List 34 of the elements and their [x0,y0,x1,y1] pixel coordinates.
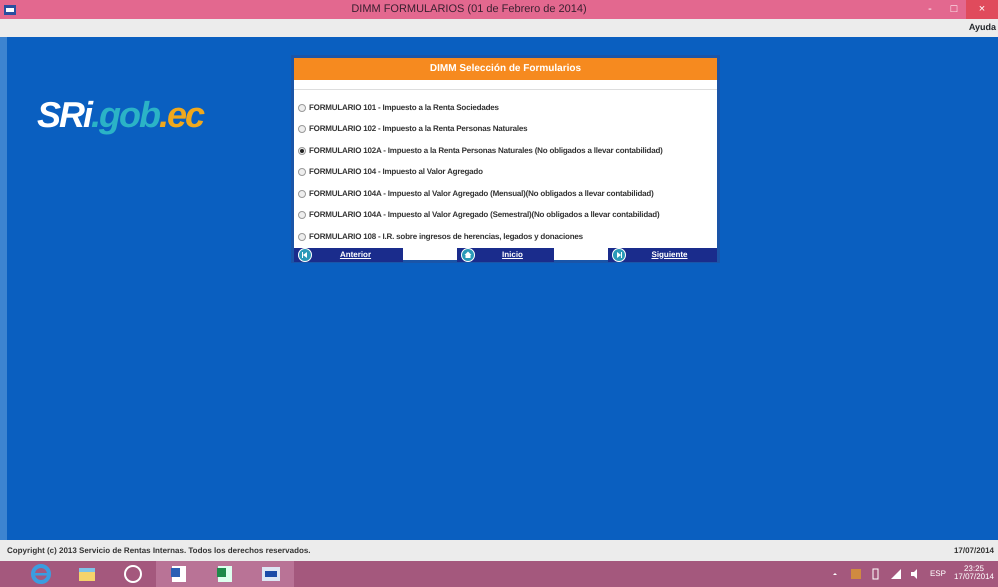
home-button[interactable]: Inicio [457,248,554,262]
clock-date: 17/07/2014 [954,573,994,581]
radio-button[interactable] [298,125,306,134]
radio-button[interactable] [298,232,306,241]
taskbar-button[interactable] [156,561,202,587]
taskbar-button[interactable] [248,561,294,587]
close-button[interactable]: × [966,0,998,19]
option-label[interactable]: FORMULARIO 104A - Impuesto al Valor Agregado (Semestral)(No obligados a llevar contabilidad) [309,209,660,222]
option-label[interactable]: FORMULARIO 104 - Impuesto al Valor Agregado [309,166,483,178]
app-icon [4,4,16,14]
logo-text: .ec [159,94,204,135]
option-label[interactable]: FORMULARIO 108 - I.R. sobre ingresos de herencias, legados y donaciones [309,230,583,243]
copyright-text: Copyright (c) 2013 Servicio de Rentas Internas. Todos los derechos reservados. [7,544,311,556]
option-label[interactable]: FORMULARIO 102 - Impuesto a la Renta Personas Naturales [309,123,528,136]
signal-icon[interactable] [890,567,902,581]
menu-item[interactable]: Ayuda [968,21,996,35]
logo-text: SRi [37,94,92,135]
status-date: 17/07/2014 [954,544,994,556]
clock-time: 23:25 [964,565,984,573]
option-label[interactable]: FORMULARIO 104A - Impuesto al Valor Agregado (Mensual)(No obligados a llevar contabilidad) [309,188,654,200]
radio-button[interactable] [298,104,306,112]
option-label[interactable]: FORMULARIO 102A - Impuesto a la Renta Personas Naturales (No obligados a llevar contabilidad) [309,144,663,157]
language-indicator[interactable]: ESP [930,568,946,580]
option-label[interactable]: FORMULARIO 101 - Impuesto a la Renta Sociedades [309,102,499,114]
window-title: DIMM FORMULARIOS (01 de Febrero de 2014) [350,2,588,18]
logo-text: .gob [91,94,159,135]
radio-button[interactable] [298,146,306,155]
back-button[interactable]: Anterior [294,248,403,262]
panel-title: DIMM Selección de Formularios [294,58,717,80]
browser-icon [30,563,52,585]
next-button[interactable]: Siguiente [608,248,717,262]
radio-button[interactable] [298,211,306,220]
radio-button[interactable] [298,190,306,198]
radio-button[interactable] [298,168,306,176]
